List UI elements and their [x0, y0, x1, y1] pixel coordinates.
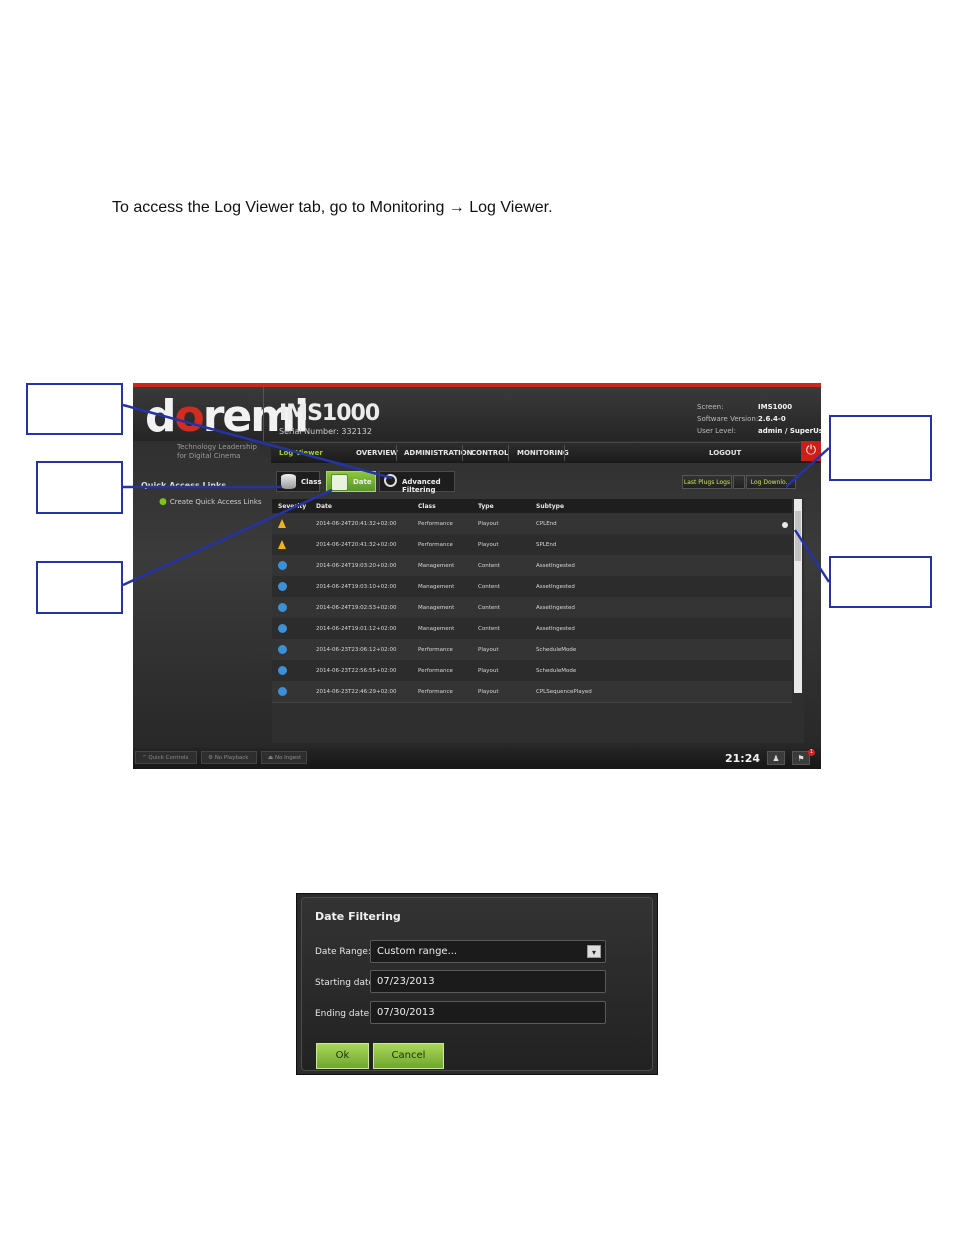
date-range-label: Date Range: [315, 947, 371, 957]
cancel-button[interactable]: Cancel [373, 1043, 444, 1069]
ok-button[interactable]: Ok [316, 1043, 369, 1069]
starting-date-label: Starting date: [315, 978, 378, 988]
ending-date-label: Ending date: [315, 1009, 373, 1019]
starting-date-input[interactable]: 07/23/2013 [370, 970, 606, 993]
dialog-title: Date Filtering [315, 910, 401, 923]
date-filtering-dialog: Date Filtering Date Range: Custom range.… [296, 893, 658, 1075]
ending-date-input[interactable]: 07/30/2013 [370, 1001, 606, 1024]
date-range-select[interactable]: Custom range... ▾ [370, 940, 606, 963]
chevron-down-icon[interactable]: ▾ [587, 945, 601, 958]
